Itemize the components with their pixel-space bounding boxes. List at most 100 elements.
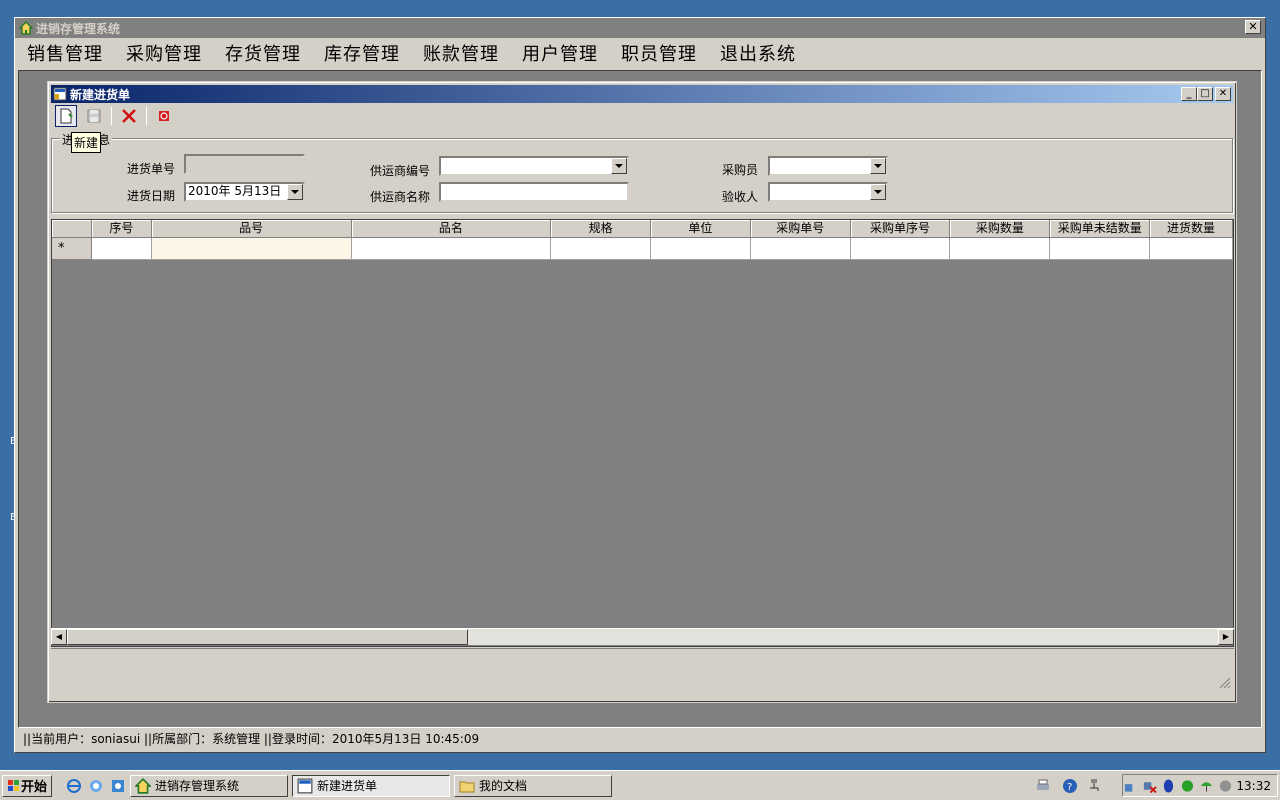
child-title: 新建进货单: [70, 87, 131, 102]
folder-icon: [459, 781, 475, 792]
close-form-button[interactable]: [153, 105, 175, 127]
chevron-down-icon[interactable]: [611, 158, 627, 174]
items-grid[interactable]: 序号 品号 品名 规格 单位 采购单号 采购单序号 采购数量 采购单未结数量 进…: [51, 219, 1234, 647]
column-header[interactable]: 采购单序号: [850, 220, 951, 238]
supplier-name-field[interactable]: [439, 182, 629, 202]
arrow-left-icon: ◀: [55, 632, 63, 641]
grid-cell[interactable]: [1050, 238, 1151, 260]
menu-accounts[interactable]: 账款管理: [423, 40, 499, 66]
column-header[interactable]: 品名: [351, 220, 552, 238]
menu-bar: 销售管理 采购管理 存货管理 库存管理 账款管理 用户管理 职员管理 退出系统: [15, 38, 1265, 68]
receiver-select[interactable]: [768, 182, 888, 202]
toolbar-separator: [111, 107, 112, 125]
menu-staff[interactable]: 职员管理: [621, 40, 697, 66]
supplier-no-select[interactable]: [439, 156, 629, 176]
column-header[interactable]: 采购单号: [750, 220, 851, 238]
grid-cell[interactable]: [950, 238, 1051, 260]
chevron-down-icon[interactable]: [287, 184, 303, 200]
task-my-documents[interactable]: 我的文档: [454, 774, 613, 797]
menu-sales[interactable]: 销售管理: [27, 40, 103, 66]
column-header[interactable]: 规格: [551, 220, 651, 238]
save-button[interactable]: [83, 105, 105, 127]
grid-cell-selected[interactable]: [151, 238, 352, 260]
child-close-button[interactable]: ✕: [1215, 87, 1231, 101]
start-button[interactable]: 开始: [2, 774, 53, 797]
update-icon[interactable]: [1180, 778, 1195, 794]
menu-exit[interactable]: 退出系统: [720, 40, 796, 66]
horizontal-scrollbar[interactable]: ◀ ▶: [51, 628, 1234, 645]
new-purchase-window: 新建进货单 _ □ ✕ 新建 进货单号 进货日期 2010年 5月13日 供运商…: [47, 81, 1237, 703]
task-label: 我的文档: [479, 779, 528, 793]
wireless-icon[interactable]: [1123, 778, 1138, 794]
maximize-button[interactable]: □: [1197, 87, 1213, 101]
umbrella-icon[interactable]: [1199, 778, 1214, 794]
column-header[interactable]: 采购数量: [950, 220, 1051, 238]
maximize-icon: □: [1200, 88, 1210, 99]
date-label: 进货日期: [127, 189, 176, 203]
purchase-no-field[interactable]: [184, 154, 305, 174]
form-icon: [297, 778, 313, 793]
purchase-info-group: 进货信息 进货单号 进货日期 2010年 5月13日 供运商编号 供运商名称 采…: [51, 131, 1233, 213]
task-new-purchase[interactable]: 新建进货单: [292, 774, 451, 797]
windows-logo-icon: [8, 779, 19, 791]
new-row-marker: *: [52, 238, 92, 260]
menu-users[interactable]: 用户管理: [522, 40, 598, 66]
main-window: 进销存管理系统 ✕ 销售管理 采购管理 存货管理 库存管理 账款管理 用户管理 …: [14, 17, 1266, 753]
grid-cell[interactable]: [650, 238, 751, 260]
grid-cell[interactable]: [850, 238, 951, 260]
grid-cell[interactable]: [551, 238, 651, 260]
resize-grip-icon[interactable]: [1219, 677, 1231, 689]
toolbar-separator: [146, 107, 147, 125]
grid-header-row: 序号 品号 品名 规格 单位 采购单号 采购单序号 采购数量 采购单未结数量 进…: [52, 220, 1233, 238]
status-bar: ||当前用户：soniasui ||所属部门：系统管理 ||登录时间：2010年…: [23, 732, 480, 746]
task-label: 进销存管理系统: [155, 779, 240, 793]
column-header[interactable]: 序号: [91, 220, 152, 238]
minimize-button[interactable]: _: [1181, 87, 1197, 101]
security-icon[interactable]: [88, 778, 104, 794]
column-header[interactable]: 采购单未结数量: [1050, 220, 1151, 238]
task-main-app[interactable]: 进销存管理系统: [130, 774, 289, 797]
bluetooth-icon[interactable]: [1161, 778, 1176, 794]
new-button[interactable]: [55, 105, 77, 127]
scroll-thumb[interactable]: [67, 629, 468, 645]
buyer-select[interactable]: [768, 156, 888, 176]
buyer-label: 采购员: [722, 163, 759, 177]
child-footer-area: [51, 648, 1234, 693]
main-window-titlebar: 进销存管理系统: [15, 18, 1265, 38]
arrow-right-icon: ▶: [1222, 632, 1230, 641]
menu-purchase[interactable]: 采购管理: [126, 40, 202, 66]
help-icon[interactable]: ?: [1062, 778, 1078, 794]
quick-launch: [66, 778, 126, 794]
column-header[interactable]: 品号: [151, 220, 352, 238]
grid-cell[interactable]: [1150, 238, 1233, 260]
save-icon: [87, 109, 101, 123]
printer-icon[interactable]: [1035, 778, 1051, 794]
table-row[interactable]: *: [52, 238, 1233, 260]
column-header[interactable]: 单位: [650, 220, 751, 238]
browser-icon[interactable]: [110, 778, 126, 794]
receiver-label: 验收人: [722, 190, 759, 204]
grid-cell[interactable]: [91, 238, 152, 260]
chevron-down-icon[interactable]: [870, 184, 886, 200]
network-disconnected-icon[interactable]: [1142, 778, 1157, 794]
column-header[interactable]: 进货数量: [1150, 220, 1233, 238]
date-picker[interactable]: 2010年 5月13日: [184, 182, 305, 202]
scroll-left-button[interactable]: ◀: [51, 629, 67, 645]
purchase-no-label: 进货单号: [127, 162, 176, 176]
grid-cell[interactable]: [750, 238, 851, 260]
grid-cell[interactable]: [351, 238, 552, 260]
close-icon: ✕: [1248, 20, 1258, 33]
home-icon: [135, 777, 152, 794]
chevron-down-icon[interactable]: [870, 158, 886, 174]
scroll-right-button[interactable]: ▶: [1218, 629, 1234, 645]
network-icon[interactable]: [1086, 778, 1102, 794]
child-titlebar: 新建进货单 _ □ ✕: [51, 85, 1233, 103]
menu-goods[interactable]: 存货管理: [225, 40, 301, 66]
internet-explorer-icon[interactable]: [66, 778, 82, 794]
delete-button[interactable]: [118, 105, 140, 127]
menu-inventory[interactable]: 库存管理: [324, 40, 400, 66]
volume-icon[interactable]: [1218, 778, 1233, 794]
close-button[interactable]: ✕: [1245, 20, 1261, 34]
main-window-title: 进销存管理系统: [36, 21, 121, 36]
start-label: 开始: [21, 780, 48, 795]
